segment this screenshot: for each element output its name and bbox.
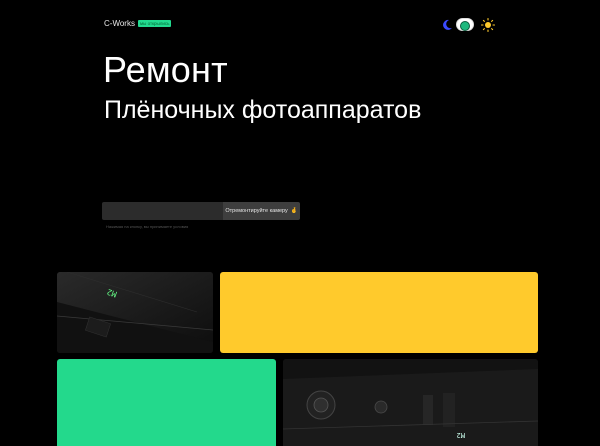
yellow-feature-card[interactable] <box>220 272 538 353</box>
repair-button-label: Отремонтируйте камеру <box>225 208 288 214</box>
form-hint: Нажимая на кнопку, вы принимаете условия <box>106 224 189 229</box>
hero-subtitle: Плёночных фотоаппаратов <box>104 96 422 124</box>
request-form: Отремонтируйте камеру 🤞 <box>102 202 300 220</box>
toggle-knob <box>460 20 470 31</box>
camera-photo-top: M2 <box>57 272 213 353</box>
contact-input[interactable] <box>102 202 223 220</box>
moon-icon[interactable] <box>443 17 453 33</box>
sun-icon[interactable] <box>480 17 496 33</box>
theme-toggle[interactable] <box>456 18 474 31</box>
camera-label-m2-bottom: M2 <box>457 431 465 439</box>
fingers-crossed-icon: 🤞 <box>290 208 298 214</box>
repair-camera-button[interactable]: Отремонтируйте камеру 🤞 <box>223 202 300 220</box>
hero-title: Ремонт <box>103 49 228 90</box>
camera-photo-bottom: M2 <box>283 359 538 446</box>
green-feature-card[interactable] <box>57 359 276 446</box>
brand-logo[interactable]: C-Works <box>104 19 135 28</box>
status-badge: мы открылись <box>138 20 172 27</box>
